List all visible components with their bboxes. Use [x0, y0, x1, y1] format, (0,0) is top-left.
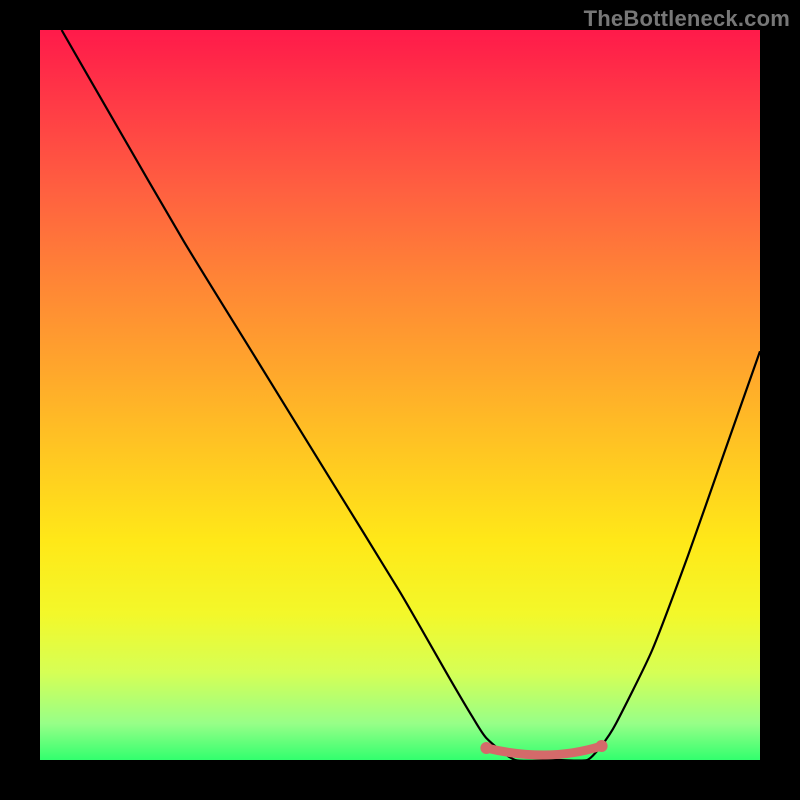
flat-segment-dot-left [480, 742, 492, 754]
flat-segment-dot-right [596, 740, 608, 752]
chart-container: TheBottleneck.com [0, 0, 800, 800]
plot-area [40, 30, 760, 760]
watermark-text: TheBottleneck.com [584, 6, 790, 32]
curve-layer [40, 30, 760, 760]
flat-segment-path [486, 746, 601, 755]
bottleneck-curve-path [62, 30, 760, 761]
